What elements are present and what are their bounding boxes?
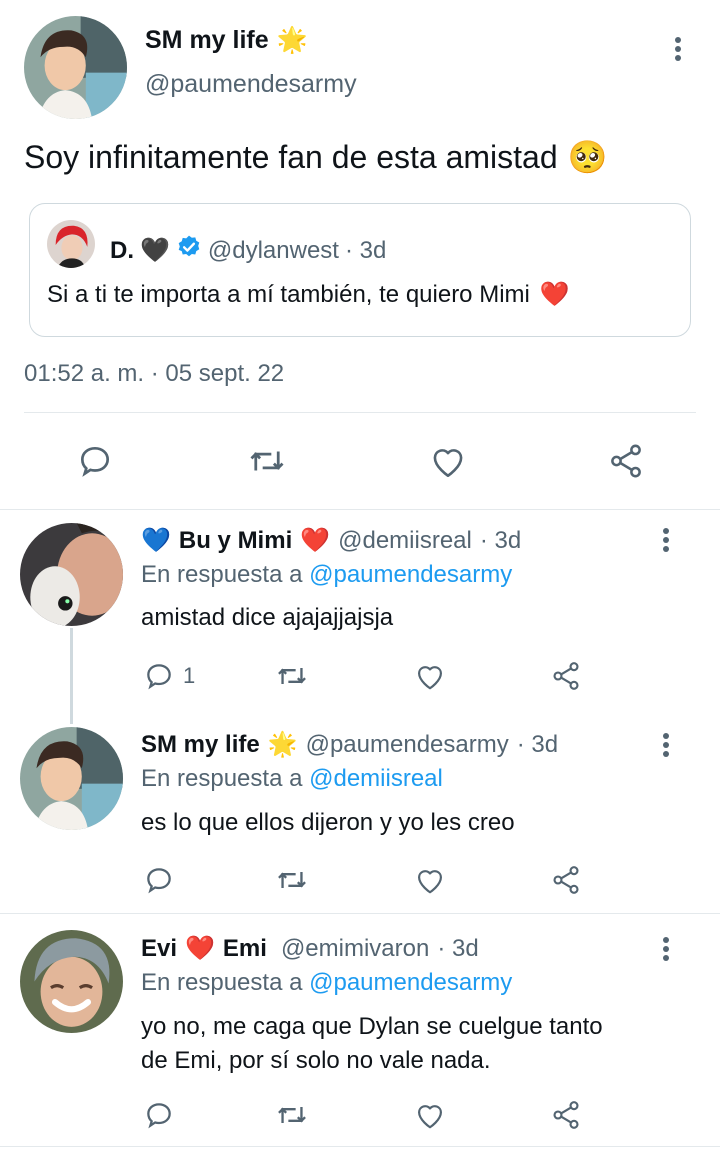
reply-author-handle: @paumendesarmy [305, 730, 509, 758]
reply-text: es lo que ellos dijeron y yo les creo [141, 809, 515, 836]
reply-author-name-first: Evi [141, 934, 178, 962]
quoted-tweet-card[interactable]: D. 🖤 @dylanwest · 3d Si a ti te importa … [29, 203, 691, 337]
quote-text: Si a ti te importa a mí también, te quie… [47, 280, 570, 309]
quote-author-handle: @dylanwest [207, 236, 339, 264]
reply-author-name: SM my life [141, 730, 260, 758]
share-button[interactable] [549, 660, 583, 692]
retweet-icon [250, 451, 284, 471]
reply-icon [147, 868, 171, 894]
like-icon [418, 1105, 442, 1129]
share-icon [611, 444, 641, 478]
reply-author-row[interactable]: 💙 Bu y Mimi ❤️ @demiisreal · 3d [141, 526, 521, 555]
red-heart-emoji-icon: ❤️ [539, 281, 570, 308]
more-options-icon[interactable] [656, 933, 676, 965]
quote-author-avatar[interactable] [47, 220, 95, 268]
share-button[interactable] [549, 1099, 583, 1131]
divider [0, 1146, 720, 1147]
reply-author-name: Bu y Mimi [178, 526, 293, 554]
like-icon [433, 449, 463, 478]
share-button[interactable] [606, 442, 646, 480]
reply-button[interactable] [76, 442, 114, 480]
retweet-icon [278, 1107, 306, 1123]
replying-to-link[interactable]: @demiisreal [309, 765, 443, 792]
retweet-button[interactable] [246, 442, 288, 480]
replying-to-label: En respuesta a [141, 765, 303, 792]
reply-icon [147, 664, 171, 690]
reply-icon [147, 1103, 171, 1129]
replying-to: En respuesta a @paumendesarmy [141, 561, 512, 589]
star-emoji-icon: 🌟 [276, 26, 308, 54]
main-author-handle[interactable]: @paumendesarmy [145, 70, 357, 99]
share-icon [553, 662, 579, 690]
reply-button[interactable] [143, 864, 175, 896]
retweet-button[interactable] [274, 660, 310, 692]
reply-time: · 3d [479, 526, 522, 554]
reply-author-avatar[interactable] [20, 727, 123, 830]
reply-author-row[interactable]: SM my life 🌟 @paumendesarmy · 3d [141, 730, 558, 759]
retweet-button[interactable] [274, 864, 310, 896]
reply-author-name-second: Emi [222, 934, 267, 962]
reply-author-row[interactable]: Evi ❤️ Emi @emimivaron · 3d [141, 934, 479, 963]
black-heart-emoji-icon: 🖤 [140, 237, 170, 264]
replying-to: En respuesta a @paumendesarmy [141, 969, 512, 997]
more-options-icon[interactable] [668, 33, 688, 65]
retweet-button[interactable] [274, 1099, 310, 1131]
quote-time: · 3d [344, 236, 387, 264]
red-heart-emoji-icon: ❤️ [300, 527, 331, 554]
divider [0, 913, 720, 914]
more-options-icon[interactable] [656, 524, 676, 556]
blue-heart-emoji-icon: 💙 [141, 527, 171, 554]
like-icon [418, 870, 442, 894]
quote-text-body: Si a ti te importa a mí también, te quie… [47, 280, 530, 308]
reply-author-avatar[interactable] [20, 930, 123, 1033]
replying-to-label: En respuesta a [141, 561, 303, 588]
verified-badge-icon [176, 234, 202, 267]
reply-time: · 3d [437, 934, 479, 962]
like-button[interactable] [413, 1100, 447, 1130]
main-author-name: SM my life [145, 26, 269, 54]
quote-author-row: D. 🖤 @dylanwest · 3d [110, 234, 386, 267]
replying-to-link[interactable]: @paumendesarmy [309, 969, 512, 996]
like-button[interactable] [428, 443, 468, 479]
like-button[interactable] [413, 865, 447, 895]
retweet-icon [278, 668, 306, 684]
main-author-avatar[interactable] [24, 16, 127, 119]
main-author-name-row[interactable]: SM my life 🌟 [145, 26, 308, 55]
share-icon [553, 866, 579, 894]
tweet-text-body: Soy infinitamente fan de esta amistad [24, 138, 558, 175]
tweet-text: Soy infinitamente fan de esta amistad 🥺 [24, 138, 607, 176]
like-button[interactable] [413, 661, 447, 691]
reply-button[interactable] [143, 1099, 175, 1131]
reply-author-handle: @demiisreal [338, 526, 472, 554]
reply-button[interactable]: 1 [143, 660, 195, 692]
pleading-face-emoji-icon: 🥺 [567, 139, 608, 175]
reply-text-line: yo no, me caga que Dylan se cuelgue tant… [141, 1013, 603, 1040]
share-icon [553, 1101, 579, 1129]
reply-text: amistad dice ajajajjajsja [141, 604, 394, 631]
reply-time: · 3d [516, 730, 559, 758]
star-emoji-icon: 🌟 [267, 731, 298, 758]
retweet-icon [278, 872, 306, 888]
like-icon [418, 666, 442, 690]
more-options-icon[interactable] [656, 729, 676, 761]
thread-connector-line [70, 628, 73, 724]
reply-count: 1 [183, 663, 196, 688]
replying-to-link[interactable]: @paumendesarmy [309, 561, 512, 588]
red-heart-emoji-icon: ❤️ [185, 935, 215, 962]
tweet-timestamp[interactable]: 01:52 a. m. · 05 sept. 22 [24, 360, 284, 388]
quote-author-name: D. [110, 236, 134, 264]
reply-icon [80, 446, 110, 477]
reply-text-line: de Emi, por sí solo no vale nada. [141, 1047, 491, 1074]
replying-to: En respuesta a @demiisreal [141, 765, 443, 793]
replying-to-label: En respuesta a [141, 969, 303, 996]
divider [0, 509, 720, 510]
share-button[interactable] [549, 864, 583, 896]
reply-text: yo no, me caga que Dylan se cuelgue tant… [141, 1010, 686, 1078]
reply-author-handle: @emimivaron [280, 934, 430, 962]
reply-author-avatar[interactable] [20, 523, 123, 626]
divider [24, 412, 696, 413]
